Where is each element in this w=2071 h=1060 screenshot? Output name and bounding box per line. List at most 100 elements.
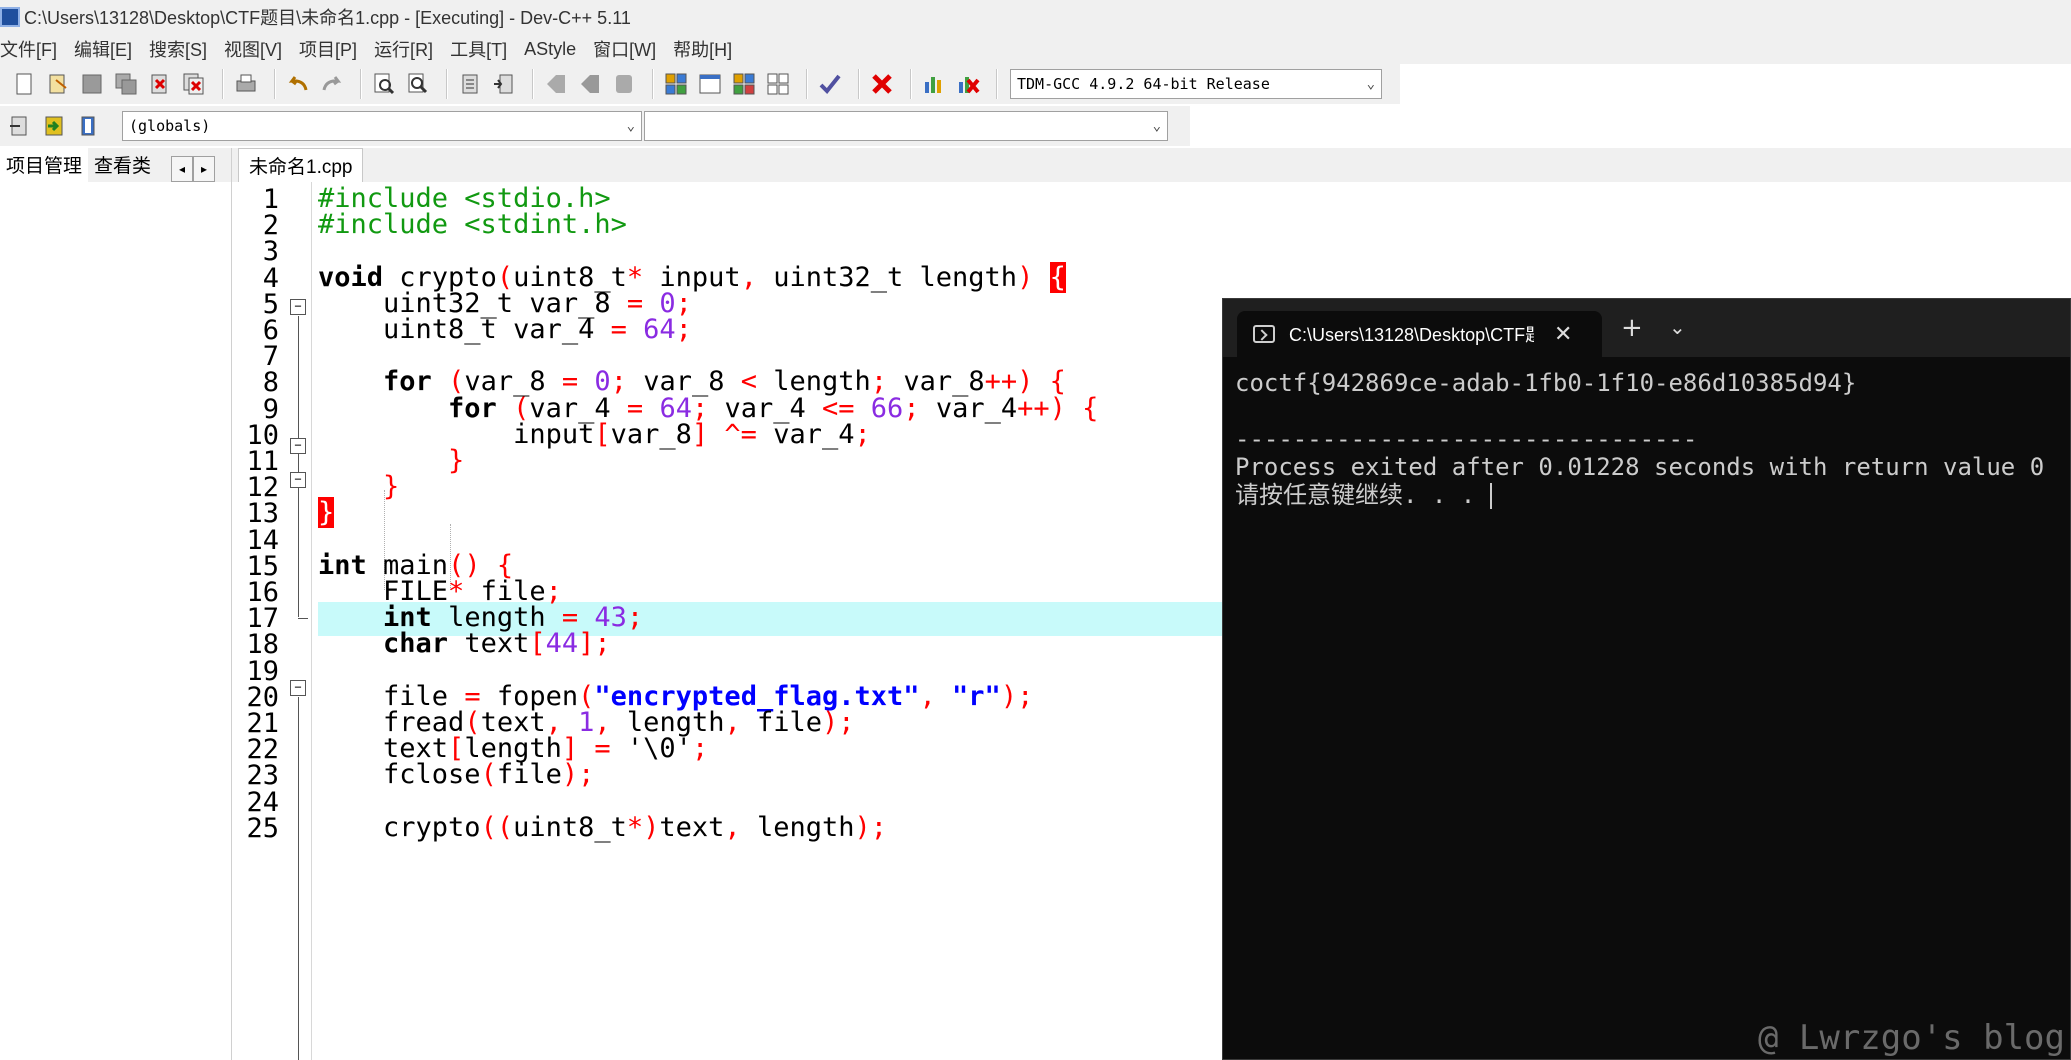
- menu-view[interactable]: 视图[V]: [224, 36, 291, 62]
- editor-tab-bar: 未命名1.cpp: [232, 148, 2071, 182]
- menu-run[interactable]: 运行[R]: [374, 36, 442, 62]
- console-prompt-line: 请按任意键继续. . .: [1235, 481, 2058, 509]
- toolbar-separator: [910, 69, 912, 99]
- replace-icon[interactable]: [404, 70, 432, 98]
- compiler-select[interactable]: TDM-GCC 4.9.2 64-bit Release ⌄: [1010, 69, 1382, 99]
- scope-select[interactable]: (globals) ⌄: [122, 111, 642, 141]
- console-window[interactable]: C:\Users\13128\Desktop\CTF题 ✕ + ⌄ coctf{…: [1222, 298, 2071, 1060]
- project-options-icon[interactable]: [610, 70, 638, 98]
- terminal-icon: [1253, 325, 1275, 343]
- line-number-gutter: − − − − 1 2 3 4 5 6 7 8 9 10 11 12 13 14 15 16 17 18 19 20 2…: [232, 182, 312, 1060]
- new-file-icon[interactable]: [10, 70, 38, 98]
- open-file-icon[interactable]: [44, 70, 72, 98]
- console-tab[interactable]: C:\Users\13128\Desktop\CTF题 ✕: [1237, 311, 1602, 357]
- menu-search[interactable]: 搜索[S]: [149, 36, 216, 62]
- console-line: coctf{942869ce-adab-1fb0-1f10-e86d10385d…: [1235, 369, 1857, 397]
- compile-run-icon[interactable]: [730, 70, 758, 98]
- remove-from-project-icon[interactable]: [576, 70, 604, 98]
- fold-minus-icon[interactable]: −: [290, 299, 306, 315]
- add-to-project-icon[interactable]: [542, 70, 570, 98]
- main-toolbar: TDM-GCC 4.9.2 64-bit Release ⌄: [0, 64, 1400, 104]
- toolbar-separator: [996, 69, 998, 99]
- save-all-icon[interactable]: [112, 70, 140, 98]
- code-line: char text[44];: [383, 628, 611, 659]
- toolbar-separator: [858, 69, 860, 99]
- window-title: C:\Users\13128\Desktop\CTF题目\未命名1.cpp - …: [24, 8, 631, 28]
- close-all-icon[interactable]: [180, 70, 208, 98]
- syntax-check-icon[interactable]: [816, 70, 844, 98]
- undo-icon[interactable]: [284, 70, 312, 98]
- toolbar-separator: [806, 69, 808, 99]
- code-line: #include <stdint.h>: [318, 209, 627, 240]
- stop-execution-icon[interactable]: [868, 70, 896, 98]
- save-icon[interactable]: [78, 70, 106, 98]
- menu-bar: 文件[F] 编辑[E] 搜索[S] 视图[V] 项目[P] 运行[R] 工具[T…: [0, 34, 2071, 64]
- watermark: @ Lwrzgo's blog: [1757, 1018, 2065, 1058]
- fold-minus-icon[interactable]: −: [290, 680, 306, 696]
- tab-project-manager[interactable]: 项目管理: [0, 147, 89, 182]
- class-toolbar: (globals) ⌄ ⌄: [0, 106, 1190, 146]
- fold-line: [298, 316, 299, 617]
- console-tab-bar: C:\Users\13128\Desktop\CTF题 ✕ + ⌄: [1223, 299, 2070, 357]
- code-line: }: [318, 497, 335, 528]
- close-file-icon[interactable]: [146, 70, 174, 98]
- close-icon[interactable]: ✕: [1554, 322, 1572, 347]
- menu-project[interactable]: 项目[P]: [299, 36, 366, 62]
- find-icon[interactable]: [370, 70, 398, 98]
- project-panel-tabs: 项目管理 查看类 ◂ ▸: [0, 147, 231, 182]
- chevron-down-icon: ⌄: [1366, 76, 1375, 92]
- compile-icon[interactable]: [662, 70, 690, 98]
- print-icon[interactable]: [232, 70, 260, 98]
- console-tab-title: C:\Users\13128\Desktop\CTF题: [1289, 325, 1534, 345]
- toolbar-separator: [532, 69, 534, 99]
- code-line: crypto((uint8_t*)text, length);: [318, 812, 887, 843]
- title-bar: C:\Users\13128\Desktop\CTF题目\未命名1.cpp - …: [0, 0, 2071, 34]
- chevron-down-icon[interactable]: ⌄: [1669, 315, 1686, 339]
- chevron-down-icon: ⌄: [1152, 118, 1161, 134]
- project-panel: 项目管理 查看类 ◂ ▸: [0, 147, 232, 1060]
- toolbar-separator: [222, 69, 224, 99]
- toggle-bookmark-icon[interactable]: [40, 112, 68, 140]
- compiler-select-value: TDM-GCC 4.9.2 64-bit Release: [1017, 75, 1270, 93]
- redo-icon[interactable]: [318, 70, 346, 98]
- profile-icon[interactable]: [920, 70, 948, 98]
- text-cursor: [1489, 483, 1492, 509]
- new-tab-plus-icon[interactable]: +: [1621, 313, 1643, 343]
- fold-minus-icon[interactable]: −: [290, 438, 306, 454]
- goto-bookmark-icon[interactable]: [74, 112, 102, 140]
- chevron-down-icon: ⌄: [626, 118, 635, 134]
- menu-file[interactable]: 文件[F]: [0, 36, 66, 62]
- code-line: fclose(file);: [318, 759, 595, 790]
- console-line: Process exited after 0.01228 seconds wit…: [1235, 453, 2045, 481]
- tab-scroll-left-icon[interactable]: ◂: [171, 156, 194, 182]
- delete-profile-icon[interactable]: [954, 70, 982, 98]
- fold-end: [298, 618, 308, 619]
- menu-help[interactable]: 帮助[H]: [673, 36, 741, 62]
- toolbar-separator: [652, 69, 654, 99]
- toolbar-separator: [446, 69, 448, 99]
- tab-scroll-right-icon[interactable]: ▸: [193, 156, 216, 182]
- menu-astyle[interactable]: AStyle: [524, 39, 585, 60]
- console-line: --------------------------------: [1235, 425, 1698, 453]
- fold-line: [298, 697, 299, 1060]
- menu-window[interactable]: 窗口[W]: [593, 36, 665, 62]
- rebuild-all-icon[interactable]: [764, 70, 792, 98]
- console-line: 请按任意键继续. . .: [1235, 481, 1490, 509]
- tab-class-browser[interactable]: 查看类: [88, 147, 157, 182]
- insert-icon[interactable]: [6, 112, 34, 140]
- toolbar-separator: [274, 69, 276, 99]
- toolbar-separator: [360, 69, 362, 99]
- fold-minus-icon[interactable]: −: [290, 472, 306, 488]
- scope-select-value: (globals): [129, 117, 211, 135]
- indent-icon[interactable]: [456, 70, 484, 98]
- member-select[interactable]: ⌄: [644, 111, 1168, 141]
- tab-editor-file[interactable]: 未命名1.cpp: [238, 148, 364, 182]
- line-number: 25: [246, 813, 279, 844]
- goto-line-icon[interactable]: [490, 70, 518, 98]
- code-line: uint8_t var_4 = 64;: [318, 314, 692, 345]
- menu-edit[interactable]: 编辑[E]: [74, 36, 141, 62]
- devcpp-app-icon: [0, 7, 20, 27]
- menu-tools[interactable]: 工具[T]: [450, 36, 516, 62]
- run-icon[interactable]: [696, 70, 724, 98]
